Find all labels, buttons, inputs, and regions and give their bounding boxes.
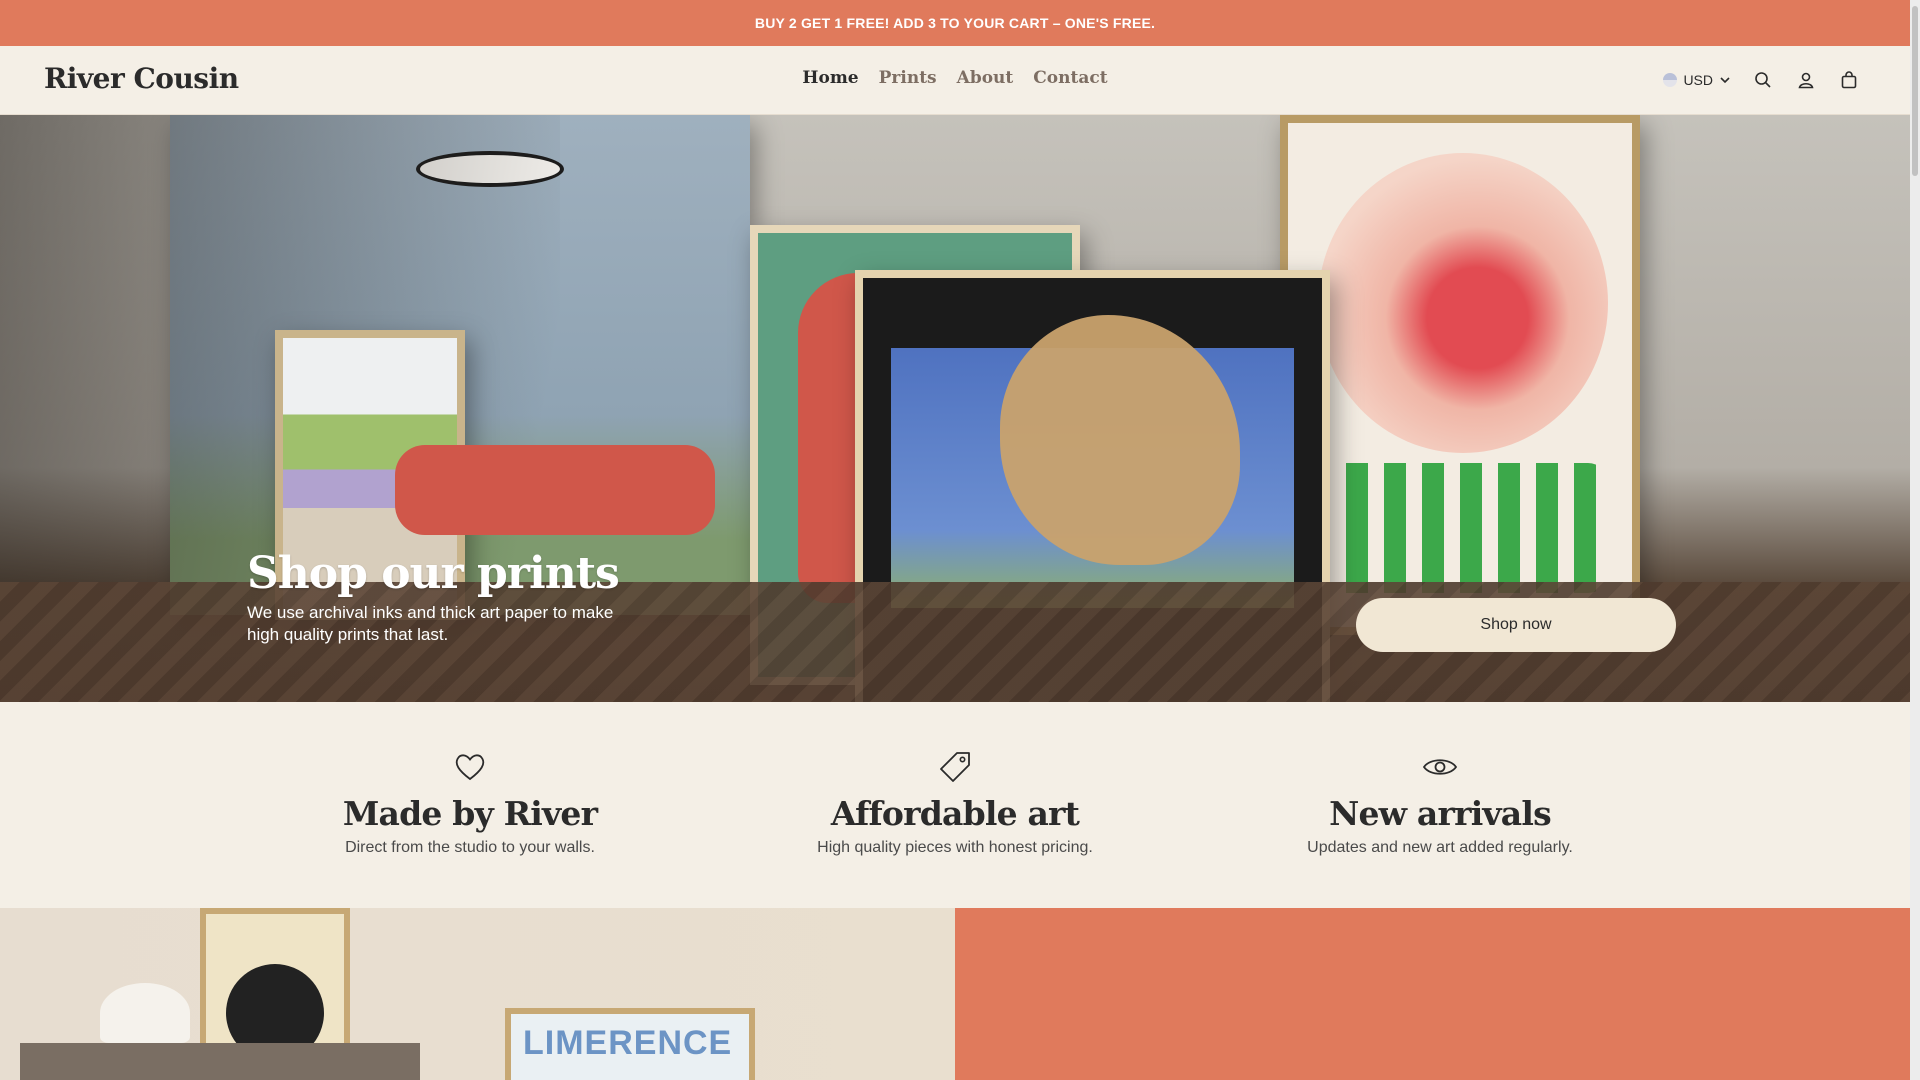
chevron-down-icon: [1720, 76, 1730, 83]
tag-icon: [940, 752, 970, 782]
feature-text: Updates and new art added regularly.: [1307, 839, 1573, 856]
heart-icon: [455, 754, 485, 781]
hero-title: Shop our prints: [247, 548, 620, 599]
search-icon[interactable]: [1751, 68, 1774, 91]
header-tools: USD: [1663, 68, 1860, 91]
flag-icon: [1663, 72, 1678, 87]
scrollbar-thumb[interactable]: [1912, 6, 1918, 176]
account-icon[interactable]: [1794, 68, 1817, 91]
features-section: Made by River Direct from the studio to …: [0, 702, 1910, 908]
currency-label: USD: [1683, 71, 1713, 88]
nav-prints[interactable]: Prints: [879, 68, 937, 88]
feature-title: New arrivals: [1329, 794, 1552, 833]
lamp-image: [100, 983, 190, 1043]
currency-selector[interactable]: USD: [1663, 72, 1731, 88]
feature-affordable-art: Affordable art High quality pieces with …: [745, 750, 1165, 857]
nav-contact[interactable]: Contact: [1033, 68, 1107, 88]
nav-home[interactable]: Home: [802, 68, 858, 88]
announcement-text: BUY 2 GET 1 FREE! ADD 3 TO YOUR CART – O…: [754, 15, 1156, 31]
feature-made-by-river: Made by River Direct from the studio to …: [260, 750, 680, 857]
site-header: River Cousin Home Prints About Contact U…: [0, 46, 1910, 115]
nav-about[interactable]: About: [957, 68, 1014, 88]
promo-panel: [955, 908, 1910, 1080]
shelf-image: [20, 1043, 420, 1080]
peach-print-image: [1280, 115, 1640, 635]
feature-text: High quality pieces with honest pricing.: [817, 839, 1093, 856]
page-scrollbar[interactable]: [1910, 0, 1920, 1080]
feature-text: Direct from the studio to your walls.: [345, 839, 595, 856]
eye-icon: [1422, 759, 1458, 775]
bird-poster-image: [200, 908, 350, 1062]
feature-title: Made by River: [342, 794, 598, 833]
limerence-poster-image: LIMERENCE: [505, 1008, 755, 1080]
hero-subtitle: We use archival inks and thick art paper…: [247, 603, 614, 644]
feature-new-arrivals: New arrivals Updates and new art added r…: [1230, 750, 1650, 857]
announcement-bar: BUY 2 GET 1 FREE! ADD 3 TO YOUR CART – O…: [0, 0, 1910, 46]
interior-photo: LIMERENCE: [0, 908, 955, 1080]
main-nav: Home Prints About Contact: [0, 68, 1910, 88]
feature-title: Affordable art: [830, 794, 1080, 833]
red-figure-arm-image: [395, 445, 715, 535]
hero-banner: Shop our prints We use archival inks and…: [0, 115, 1910, 702]
shop-now-button[interactable]: Shop now: [1356, 598, 1676, 652]
cart-icon[interactable]: [1837, 68, 1860, 91]
